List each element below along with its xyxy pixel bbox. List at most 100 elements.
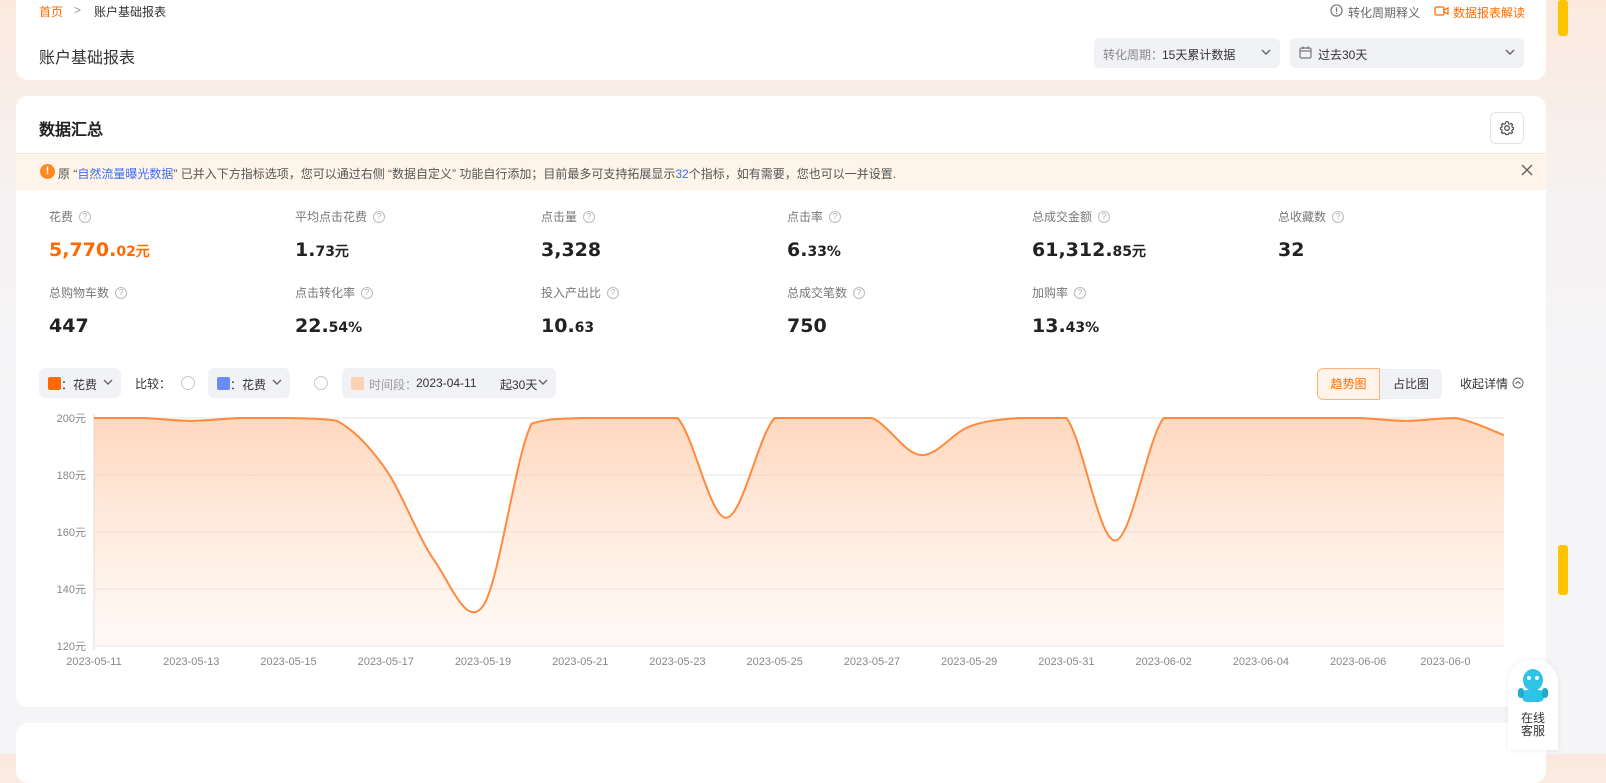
help-icon[interactable]: ? bbox=[1074, 286, 1087, 299]
chevron-down-icon bbox=[271, 376, 283, 391]
series-b-swatch bbox=[217, 377, 230, 390]
help-icon[interactable]: ? bbox=[1098, 210, 1111, 223]
video-icon bbox=[1434, 4, 1449, 22]
notice-link[interactable]: 自然流量曝光数据 bbox=[77, 167, 173, 181]
metric-value-main: 13. bbox=[1032, 315, 1066, 337]
metric-label: 总收藏数 bbox=[1278, 210, 1327, 224]
x-tick-label: 2023-05-19 bbox=[455, 656, 511, 668]
tab-trend[interactable]: 趋势图 bbox=[1317, 368, 1380, 400]
page-title: 账户基础报表 bbox=[39, 50, 136, 67]
metric-value-main: 10. bbox=[541, 315, 575, 337]
close-icon[interactable] bbox=[1520, 163, 1534, 182]
calendar-icon bbox=[1299, 46, 1312, 62]
metric-value-main: 5,770. bbox=[49, 239, 117, 261]
chevron-down-icon bbox=[102, 376, 114, 391]
y-tick-label: 120元 bbox=[57, 641, 86, 653]
date-range-select[interactable]: 过去30天 bbox=[1290, 38, 1524, 68]
help-icon[interactable]: ? bbox=[607, 286, 620, 299]
x-tick-label: 2023-05-17 bbox=[358, 656, 414, 668]
metric-value-small: 43% bbox=[1065, 320, 1100, 336]
conversion-period-select[interactable]: 转化周期： 15天累计数据 bbox=[1094, 38, 1280, 68]
mascot-icon bbox=[1517, 666, 1549, 713]
period-label: 时间段： bbox=[369, 378, 418, 392]
metric-orders[interactable]: 总成交笔数? 750 bbox=[787, 284, 1027, 337]
metric-value-small: 85元 bbox=[1112, 244, 1147, 260]
gear-icon bbox=[1499, 120, 1515, 141]
metric-value: 6.33% bbox=[787, 239, 1027, 261]
help-icon[interactable]: ? bbox=[583, 210, 596, 223]
online-service-button[interactable]: 在线 客服 bbox=[1508, 660, 1558, 750]
help-icon[interactable]: ? bbox=[361, 286, 374, 299]
chevron-down-icon bbox=[1504, 46, 1516, 61]
metric-value-small: 54% bbox=[328, 320, 363, 336]
metric-value: 61,312.85元 bbox=[1032, 239, 1272, 261]
metric-value: 10.63 bbox=[541, 315, 781, 337]
x-tick-label: 2023-05-21 bbox=[552, 656, 608, 668]
period-radio[interactable] bbox=[314, 376, 328, 390]
period-swatch bbox=[351, 377, 364, 390]
compare-label: 比较： bbox=[135, 377, 172, 391]
metric-b-select[interactable]: ：花费 bbox=[208, 368, 290, 398]
metric-label: 总成交笔数 bbox=[787, 286, 848, 300]
collapse-details-button[interactable]: 收起详情 bbox=[1460, 375, 1508, 392]
help-icon[interactable]: ? bbox=[373, 210, 386, 223]
help-icon[interactable]: ? bbox=[115, 286, 128, 299]
metric-value-main: 32 bbox=[1278, 239, 1305, 261]
metric-clicks[interactable]: 点击量? 3,328 bbox=[541, 208, 781, 261]
chevron-down-icon bbox=[537, 376, 549, 391]
metric-add-cart-rate[interactable]: 加购率? 13.43% bbox=[1032, 284, 1272, 337]
x-tick-label: 2023-05-31 bbox=[1038, 656, 1094, 668]
metric-label: 投入产出比 bbox=[541, 286, 602, 300]
tab-ratio[interactable]: 占比图 bbox=[1380, 369, 1442, 399]
series-a-swatch bbox=[48, 377, 61, 390]
metric-favorites[interactable]: 总收藏数? 32 bbox=[1278, 208, 1518, 261]
y-tick-label: 140元 bbox=[57, 584, 86, 596]
metric-spend[interactable]: 花费? 5,770.02元 bbox=[49, 208, 289, 261]
help-icon[interactable]: ? bbox=[829, 210, 842, 223]
period-select[interactable]: 时间段： 2023-04-11 起30天 bbox=[342, 368, 556, 398]
conversion-help-link[interactable]: 转化周期释义 bbox=[1348, 4, 1420, 21]
metric-a-select[interactable]: ：花费 bbox=[39, 368, 121, 398]
metric-value-small: 33% bbox=[807, 244, 841, 260]
help-icon[interactable]: ? bbox=[1332, 210, 1345, 223]
breadcrumb-home[interactable]: 首页 bbox=[39, 3, 63, 20]
metric-label: 平均点击花费 bbox=[295, 210, 368, 224]
metric-value: 750 bbox=[787, 315, 1027, 337]
x-tick-label: 2023-05-25 bbox=[747, 656, 803, 668]
chevron-up-icon[interactable] bbox=[1512, 376, 1524, 394]
notice-suffix: 个指标，如有需要，您也可以一并设置. bbox=[688, 167, 897, 181]
service-label-line1: 在线 bbox=[1520, 711, 1545, 725]
metric-ctr[interactable]: 点击率? 6.33% bbox=[787, 208, 1027, 261]
metric-value: 1.73元 bbox=[295, 239, 535, 261]
metric-avg-cpc[interactable]: 平均点击花费? 1.73元 bbox=[295, 208, 535, 261]
notice-banner: ! 原 “自然流量曝光数据” 已并入下方指标选项，您可以通过右侧 “数据自定义”… bbox=[16, 153, 1546, 190]
settings-button[interactable] bbox=[1490, 112, 1524, 144]
help-icon[interactable]: ? bbox=[853, 286, 866, 299]
data-summary-card: 数据汇总 ! 原 “自然流量曝光数据” 已并入下方指标选项，您可以通过右侧 “数… bbox=[16, 96, 1546, 707]
compare-radio[interactable] bbox=[181, 376, 195, 390]
metric-label: 点击量 bbox=[541, 210, 578, 224]
metric-cvr[interactable]: 点击转化率? 22.54% bbox=[295, 284, 535, 337]
conversion-period-value: 15天累计数据 bbox=[1162, 48, 1236, 62]
metric-roi[interactable]: 投入产出比? 10.63 bbox=[541, 284, 781, 337]
x-tick-label: 2023-05-23 bbox=[649, 656, 705, 668]
metric-value: 32 bbox=[1278, 239, 1518, 261]
x-tick-label: 2023-06-02 bbox=[1136, 656, 1192, 668]
service-label-line2: 客服 bbox=[1520, 724, 1545, 738]
section-title: 数据汇总 bbox=[39, 122, 104, 139]
trend-chart: 120元 140元 160元 180元 200元 2023-05-11 2023-05-1… bbox=[57, 413, 1505, 668]
x-tick-label: 2023-05-29 bbox=[941, 656, 997, 668]
metric-value-small: 73元 bbox=[315, 244, 349, 260]
metric-gmv[interactable]: 总成交金额? 61,312.85元 bbox=[1032, 208, 1272, 261]
series-area bbox=[94, 418, 1504, 646]
metric-label: 总成交金额 bbox=[1032, 210, 1093, 224]
chevron-down-icon bbox=[1260, 46, 1272, 61]
metric-b-label: ：花费 bbox=[230, 378, 267, 392]
metric-cart[interactable]: 总购物车数? 447 bbox=[49, 284, 289, 337]
help-icon[interactable]: ? bbox=[79, 210, 92, 223]
report-guide-link[interactable]: 数据报表解读 bbox=[1453, 4, 1525, 21]
edge-accent bbox=[1558, 0, 1568, 36]
x-tick-label: 2023-06-04 bbox=[1233, 656, 1289, 668]
warning-icon: ! bbox=[40, 164, 55, 179]
metric-value-small: 63 bbox=[574, 320, 595, 336]
